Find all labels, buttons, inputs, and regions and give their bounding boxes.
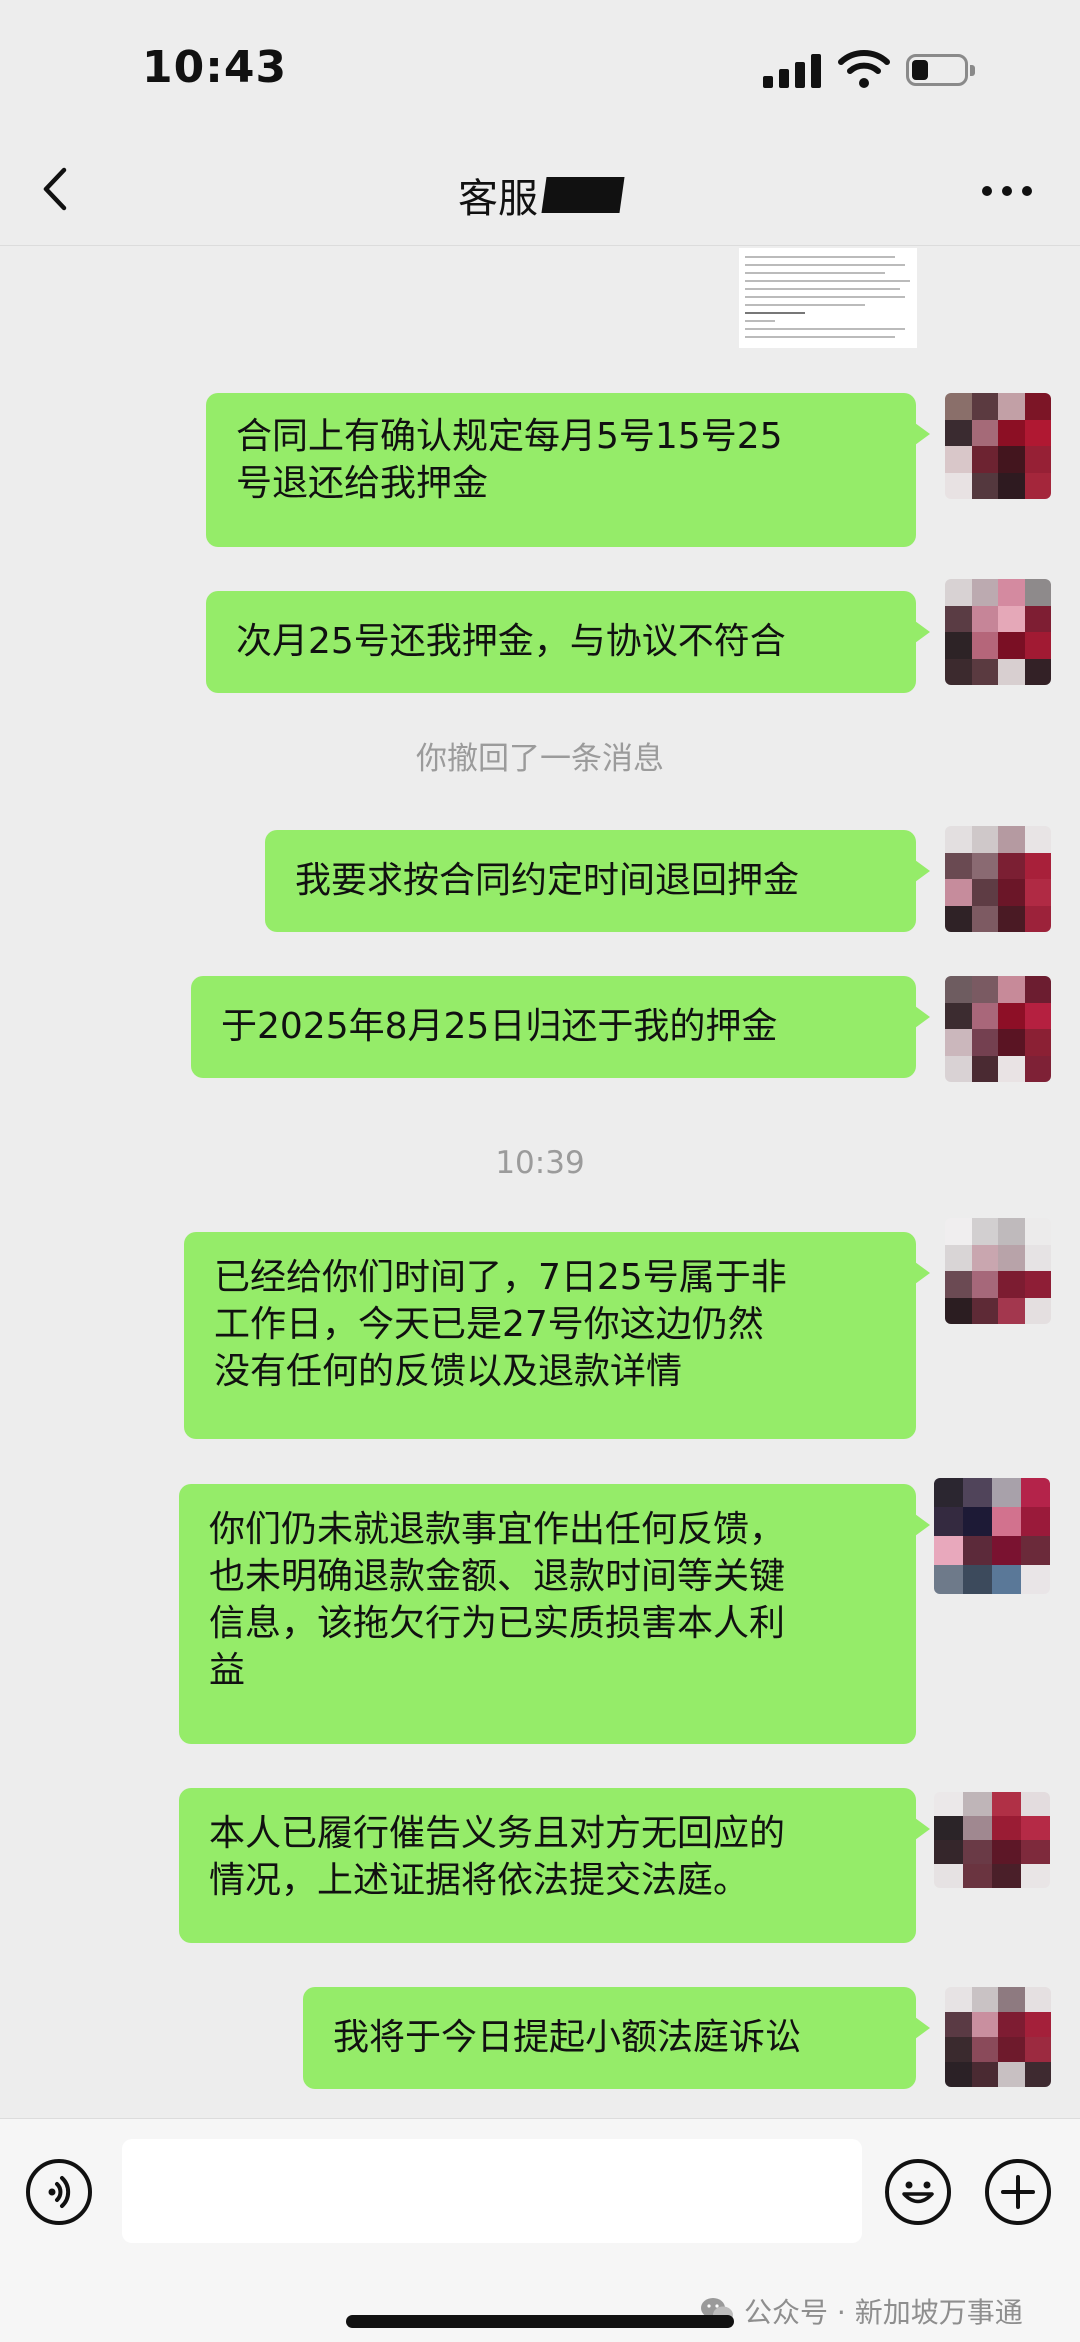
message-bubble[interactable]: 我要求按合同约定时间退回押金 [265, 830, 930, 932]
status-bar: 10:43 [0, 0, 1080, 140]
avatar[interactable] [945, 579, 1051, 685]
message-bubble[interactable]: 合同上有确认规定每月5号15号25 号退还给我押金 [206, 393, 930, 547]
home-indicator[interactable] [346, 2315, 734, 2328]
message-bubble[interactable]: 于2025年8月25日归还于我的押金 [191, 976, 930, 1078]
message-input[interactable] [122, 2139, 862, 2243]
voice-icon[interactable] [26, 2159, 92, 2225]
avatar[interactable] [934, 1792, 1050, 1888]
redacted-name [541, 177, 625, 213]
recall-notice: 你撤回了一条消息 [416, 741, 664, 777]
more-dots-icon[interactable] [982, 186, 1034, 198]
message-bubble[interactable]: 本人已履行催告义务且对方无回应的 情况，上述证据将依法提交法庭。 [179, 1788, 930, 1943]
signal-icon [763, 54, 823, 88]
document-thumbnail[interactable] [739, 248, 917, 348]
message-bubble[interactable]: 你们仍未就退款事宜作出任何反馈， 也未明确退款金额、退款时间等关键 信息，该拖欠… [179, 1484, 930, 1744]
input-bar: 公众号 · 新加坡万事通 [0, 2118, 1080, 2342]
message-text: 我将于今日提起小额法庭诉讼 [333, 2017, 802, 2058]
message-text: 本人已履行催告义务且对方无回应的 情况，上述证据将依法提交法庭。 [209, 1813, 786, 1901]
wifi-icon [838, 50, 890, 88]
message-text: 合同上有确认规定每月5号15号25 号退还给我押金 [236, 416, 783, 504]
avatar[interactable] [945, 393, 1051, 499]
battery-icon [906, 54, 978, 88]
message-bubble[interactable]: 次月25号还我押金，与协议不符合 [206, 591, 930, 693]
message-bubble[interactable]: 已经给你们时间了，7日25号属于非 工作日，今天已是27号你这边仍然 没有任何的… [184, 1232, 930, 1439]
chat-header: 客服 [0, 140, 1080, 246]
chat-title-text: 客服 [458, 176, 538, 222]
timestamp: 10:39 [495, 1145, 585, 1181]
avatar[interactable] [934, 1478, 1050, 1594]
status-time: 10:43 [142, 42, 288, 93]
watermark-text: 公众号 · 新加坡万事通 [744, 2296, 1023, 2329]
avatar[interactable] [945, 976, 1051, 1082]
message-text: 我要求按合同约定时间退回押金 [295, 860, 800, 901]
message-text: 你们仍未就退款事宜作出任何反馈， 也未明确退款金额、退款时间等关键 信息，该拖欠… [209, 1509, 786, 1691]
message-text: 已经给你们时间了，7日25号属于非 工作日，今天已是27号你这边仍然 没有任何的… [214, 1257, 787, 1392]
emoji-icon[interactable] [885, 2159, 951, 2225]
chat-title: 客服 [0, 166, 1080, 224]
message-text: 于2025年8月25日归还于我的押金 [221, 1006, 778, 1047]
avatar[interactable] [945, 1987, 1051, 2087]
message-bubble[interactable]: 我将于今日提起小额法庭诉讼 [303, 1987, 930, 2089]
watermark: 公众号 · 新加坡万事通 [700, 2291, 1023, 2331]
plus-icon[interactable] [985, 2159, 1051, 2225]
avatar[interactable] [945, 826, 1051, 932]
avatar[interactable] [945, 1218, 1051, 1324]
message-text: 次月25号还我押金，与协议不符合 [236, 621, 786, 662]
